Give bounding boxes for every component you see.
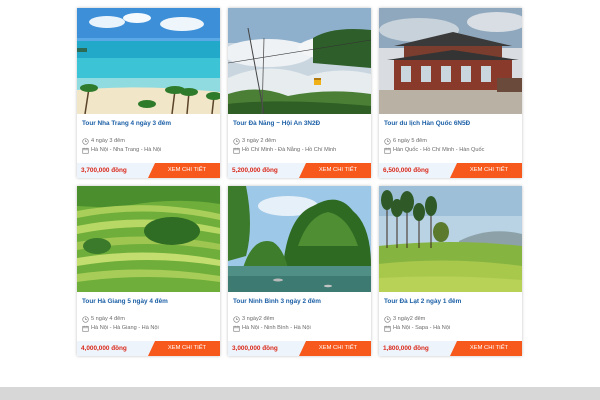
tour-route-text: Hà Nội - Hà Giang - Hà Nội — [91, 325, 159, 331]
clock-icon — [82, 316, 89, 323]
tour-duration: 6 ngày 5 đêm — [384, 137, 517, 146]
clock-icon — [384, 316, 391, 323]
calendar-icon — [82, 325, 89, 332]
tour-image-cablecar[interactable] — [228, 8, 371, 114]
calendar-icon — [384, 147, 391, 154]
tour-duration: 3 ngày 2 đêm — [233, 137, 366, 146]
calendar-icon — [82, 147, 89, 154]
clock-icon — [233, 138, 240, 145]
tour-price: 5,200,000 đồng — [232, 167, 278, 174]
view-details-button[interactable]: XEM CHI TIẾT — [148, 341, 220, 356]
tour-card-footer: 3,000,000 đồng XEM CHI TIẾT — [228, 341, 371, 356]
view-details-button[interactable]: XEM CHI TIẾT — [299, 163, 371, 178]
tour-duration: 5 ngày 4 đêm — [82, 315, 215, 324]
clock-icon — [384, 138, 391, 145]
tour-title[interactable]: Tour Đà Nẵng ~ Hội An 3N2Đ — [233, 120, 366, 132]
tour-card[interactable]: Tour Nha Trang 4 ngày 3 đêm 4 ngày 3 đêm… — [77, 8, 220, 178]
tour-image-hills[interactable] — [379, 186, 522, 292]
page-footer — [0, 387, 600, 400]
tour-card[interactable]: Tour Hà Giang 5 ngày 4 đêm 5 ngày 4 đêm … — [77, 186, 220, 356]
tour-route: Hà Nội - Sapa - Hà Nội — [384, 324, 517, 333]
tour-route: Hà Nội - Hà Giang - Hà Nội — [82, 324, 215, 333]
tour-duration: 3 ngày2 đêm — [384, 315, 517, 324]
tour-duration: 3 ngày2 đêm — [233, 315, 366, 324]
tour-price: 4,000,000 đồng — [81, 345, 127, 352]
tour-image-beach[interactable] — [77, 8, 220, 114]
tour-card-footer: 3,700,000 đồng XEM CHI TIẾT — [77, 163, 220, 178]
tour-grid: Tour Nha Trang 4 ngày 3 đêm 4 ngày 3 đêm… — [77, 8, 522, 356]
tour-title[interactable]: Tour Ninh Bình 3 ngày 2 đêm — [233, 298, 366, 310]
tour-card-footer: 4,000,000 đồng XEM CHI TIẾT — [77, 341, 220, 356]
tour-image-terraces[interactable] — [77, 186, 220, 292]
calendar-icon — [384, 325, 391, 332]
tour-card[interactable]: Tour Ninh Bình 3 ngày 2 đêm 3 ngày2 đêm … — [228, 186, 371, 356]
tour-duration-text: 3 ngày 2 đêm — [242, 138, 276, 144]
tour-duration-text: 3 ngày2 đêm — [393, 316, 426, 322]
tour-card-footer: 1,800,000 đồng XEM CHI TIẾT — [379, 341, 522, 356]
tour-route: Hàn Quốc - Hồ Chí Minh - Hàn Quốc — [384, 146, 517, 155]
tour-image-karst[interactable] — [228, 186, 371, 292]
tour-route-text: Hà Nội - Sapa - Hà Nội — [393, 325, 451, 331]
tour-price: 1,800,000 đồng — [383, 345, 429, 352]
tour-duration: 4 ngày 3 đêm — [82, 137, 215, 146]
tour-duration-text: 3 ngày2 đêm — [242, 316, 275, 322]
tour-route-text: Hà Nội - Ninh Bình - Hà Nội — [242, 325, 311, 331]
tour-price: 3,000,000 đồng — [232, 345, 278, 352]
tour-duration-text: 6 ngày 5 đêm — [393, 138, 427, 144]
tour-card-footer: 5,200,000 đồng XEM CHI TIẾT — [228, 163, 371, 178]
tour-card[interactable]: Tour du lịch Hàn Quốc 6N5Đ 6 ngày 5 đêm … — [379, 8, 522, 178]
view-details-button[interactable]: XEM CHI TIẾT — [148, 163, 220, 178]
tour-route-text: Hàn Quốc - Hồ Chí Minh - Hàn Quốc — [393, 147, 485, 153]
tour-image-palace[interactable] — [379, 8, 522, 114]
tour-card-footer: 6,500,000 đồng XEM CHI TIẾT — [379, 163, 522, 178]
tour-title[interactable]: Tour du lịch Hàn Quốc 6N5Đ — [384, 120, 517, 132]
calendar-icon — [233, 147, 240, 154]
tour-title[interactable]: Tour Nha Trang 4 ngày 3 đêm — [82, 120, 215, 132]
tour-price: 6,500,000 đồng — [383, 167, 429, 174]
tour-route: Hồ Chí Minh - Đà Nẵng - Hồ Chí Minh — [233, 146, 366, 155]
view-details-button[interactable]: XEM CHI TIẾT — [299, 341, 371, 356]
tour-card[interactable]: Tour Đà Lạt 2 ngày 1 đêm 3 ngày2 đêm Hà … — [379, 186, 522, 356]
clock-icon — [233, 316, 240, 323]
view-details-button[interactable]: XEM CHI TIẾT — [450, 341, 522, 356]
tour-card[interactable]: Tour Đà Nẵng ~ Hội An 3N2Đ 3 ngày 2 đêm … — [228, 8, 371, 178]
tour-route-text: Hà Nội - Nha Trang - Hà Nội — [91, 147, 162, 153]
tour-price: 3,700,000 đồng — [81, 167, 127, 174]
tour-route-text: Hồ Chí Minh - Đà Nẵng - Hồ Chí Minh — [242, 147, 337, 153]
tour-title[interactable]: Tour Hà Giang 5 ngày 4 đêm — [82, 298, 215, 310]
tour-route: Hà Nội - Nha Trang - Hà Nội — [82, 146, 215, 155]
tour-duration-text: 4 ngày 3 đêm — [91, 138, 125, 144]
view-details-button[interactable]: XEM CHI TIẾT — [450, 163, 522, 178]
tour-route: Hà Nội - Ninh Bình - Hà Nội — [233, 324, 366, 333]
tour-duration-text: 5 ngày 4 đêm — [91, 316, 125, 322]
calendar-icon — [233, 325, 240, 332]
tour-title[interactable]: Tour Đà Lạt 2 ngày 1 đêm — [384, 298, 517, 310]
clock-icon — [82, 138, 89, 145]
